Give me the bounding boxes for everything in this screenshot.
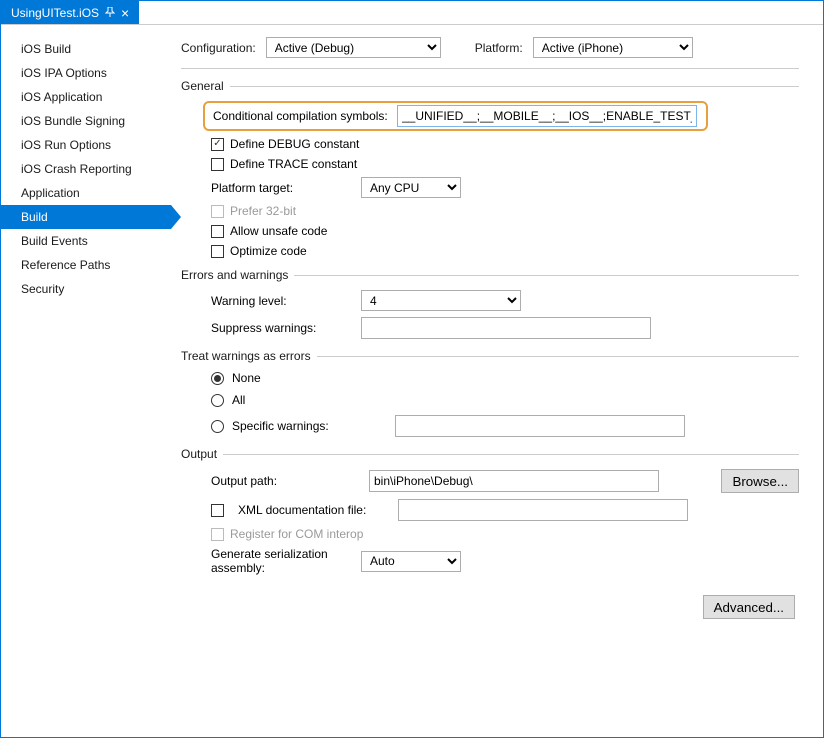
general-title: General	[181, 79, 224, 93]
treat-specific-label: Specific warnings:	[232, 419, 387, 433]
suppress-warnings-label: Suppress warnings:	[181, 321, 361, 335]
config-platform-row: Configuration: Active (Debug) Platform: …	[181, 37, 799, 58]
browse-button[interactable]: Browse...	[721, 469, 799, 493]
radio-icon[interactable]	[211, 394, 224, 407]
advanced-button[interactable]: Advanced...	[703, 595, 795, 619]
sidebar-item-ios-crash-reporting[interactable]: iOS Crash Reporting	[1, 157, 171, 181]
define-debug-row[interactable]: Define DEBUG constant	[181, 137, 799, 151]
prefer-32bit-row: Prefer 32-bit	[181, 204, 799, 218]
register-com-label: Register for COM interop	[230, 527, 363, 541]
sidebar-item-ios-build[interactable]: iOS Build	[1, 37, 171, 61]
tab-title: UsingUITest.iOS	[11, 6, 99, 20]
sidebar-item-application[interactable]: Application	[1, 181, 171, 205]
register-com-row: Register for COM interop	[181, 527, 799, 541]
serialization-select[interactable]: Auto	[361, 551, 461, 572]
suppress-warnings-row: Suppress warnings:	[181, 317, 799, 339]
advanced-row: Advanced...	[181, 595, 799, 619]
checkbox-icon[interactable]	[211, 138, 224, 151]
configuration-label: Configuration:	[181, 41, 256, 55]
xml-doc-label: XML documentation file:	[232, 503, 390, 517]
treat-title: Treat warnings as errors	[181, 349, 311, 363]
define-trace-row[interactable]: Define TRACE constant	[181, 157, 799, 171]
checkbox-icon[interactable]	[211, 245, 224, 258]
xml-doc-row: XML documentation file:	[181, 499, 799, 521]
platform-target-row: Platform target: Any CPU	[181, 177, 799, 198]
tab-using-uitest-ios[interactable]: UsingUITest.iOS ×	[1, 1, 139, 24]
divider	[181, 68, 799, 69]
warning-level-select[interactable]: 4	[361, 290, 521, 311]
conditional-symbols-row: Conditional compilation symbols:	[181, 101, 799, 131]
sidebar-item-reference-paths[interactable]: Reference Paths	[1, 253, 171, 277]
close-icon[interactable]: ×	[121, 6, 129, 20]
body: iOS Build iOS IPA Options iOS Applicatio…	[1, 25, 823, 737]
sidebar: iOS Build iOS IPA Options iOS Applicatio…	[1, 25, 171, 737]
warning-level-row: Warning level: 4	[181, 290, 799, 311]
warning-level-label: Warning level:	[181, 294, 361, 308]
serialization-row: Generate serialization assembly: Auto	[181, 547, 799, 575]
output-path-input[interactable]	[369, 470, 659, 492]
sidebar-item-ios-run-options[interactable]: iOS Run Options	[1, 133, 171, 157]
configuration-select[interactable]: Active (Debug)	[266, 37, 441, 58]
group-errors: Errors and warnings	[181, 268, 799, 282]
radio-icon[interactable]	[211, 420, 224, 433]
sidebar-item-ios-ipa-options[interactable]: iOS IPA Options	[1, 61, 171, 85]
tab-bar: UsingUITest.iOS ×	[1, 1, 823, 25]
checkbox-icon	[211, 205, 224, 218]
conditional-symbols-label: Conditional compilation symbols:	[211, 109, 397, 123]
treat-all-label: All	[232, 393, 245, 407]
treat-none-label: None	[232, 371, 261, 385]
sidebar-item-security[interactable]: Security	[1, 277, 171, 301]
sidebar-item-build-events[interactable]: Build Events	[1, 229, 171, 253]
group-treat-warnings: Treat warnings as errors	[181, 349, 799, 363]
suppress-warnings-input[interactable]	[361, 317, 651, 339]
conditional-symbols-highlight: Conditional compilation symbols:	[203, 101, 708, 131]
checkbox-icon[interactable]	[211, 225, 224, 238]
output-path-row: Output path: Browse...	[181, 469, 799, 493]
group-output: Output	[181, 447, 799, 461]
allow-unsafe-label: Allow unsafe code	[230, 224, 327, 238]
optimize-label: Optimize code	[230, 244, 307, 258]
checkbox-icon[interactable]	[211, 504, 224, 517]
sidebar-item-ios-application[interactable]: iOS Application	[1, 85, 171, 109]
treat-specific-input[interactable]	[395, 415, 685, 437]
treat-specific-row[interactable]: Specific warnings:	[181, 415, 799, 437]
sidebar-item-build[interactable]: Build	[1, 205, 171, 229]
checkbox-icon[interactable]	[211, 158, 224, 171]
platform-label: Platform:	[475, 41, 523, 55]
radio-icon[interactable]	[211, 372, 224, 385]
group-general: General	[181, 79, 799, 93]
platform-target-select[interactable]: Any CPU	[361, 177, 461, 198]
treat-all-row[interactable]: All	[181, 393, 799, 407]
platform-target-label: Platform target:	[181, 181, 361, 195]
checkbox-icon	[211, 528, 224, 541]
xml-doc-input[interactable]	[398, 499, 688, 521]
define-trace-label: Define TRACE constant	[230, 157, 357, 171]
optimize-row[interactable]: Optimize code	[181, 244, 799, 258]
sidebar-item-ios-bundle-signing[interactable]: iOS Bundle Signing	[1, 109, 171, 133]
pin-icon[interactable]	[105, 6, 115, 20]
prefer-32bit-label: Prefer 32-bit	[230, 204, 296, 218]
errors-title: Errors and warnings	[181, 268, 288, 282]
serialization-label: Generate serialization assembly:	[181, 547, 361, 575]
output-title: Output	[181, 447, 217, 461]
platform-select[interactable]: Active (iPhone)	[533, 37, 693, 58]
main-panel: Configuration: Active (Debug) Platform: …	[171, 25, 823, 737]
treat-none-row[interactable]: None	[181, 371, 799, 385]
define-debug-label: Define DEBUG constant	[230, 137, 359, 151]
allow-unsafe-row[interactable]: Allow unsafe code	[181, 224, 799, 238]
output-path-label: Output path:	[181, 474, 361, 488]
conditional-symbols-input[interactable]	[397, 105, 697, 127]
project-properties-window: UsingUITest.iOS × iOS Build iOS IPA Opti…	[0, 0, 824, 738]
